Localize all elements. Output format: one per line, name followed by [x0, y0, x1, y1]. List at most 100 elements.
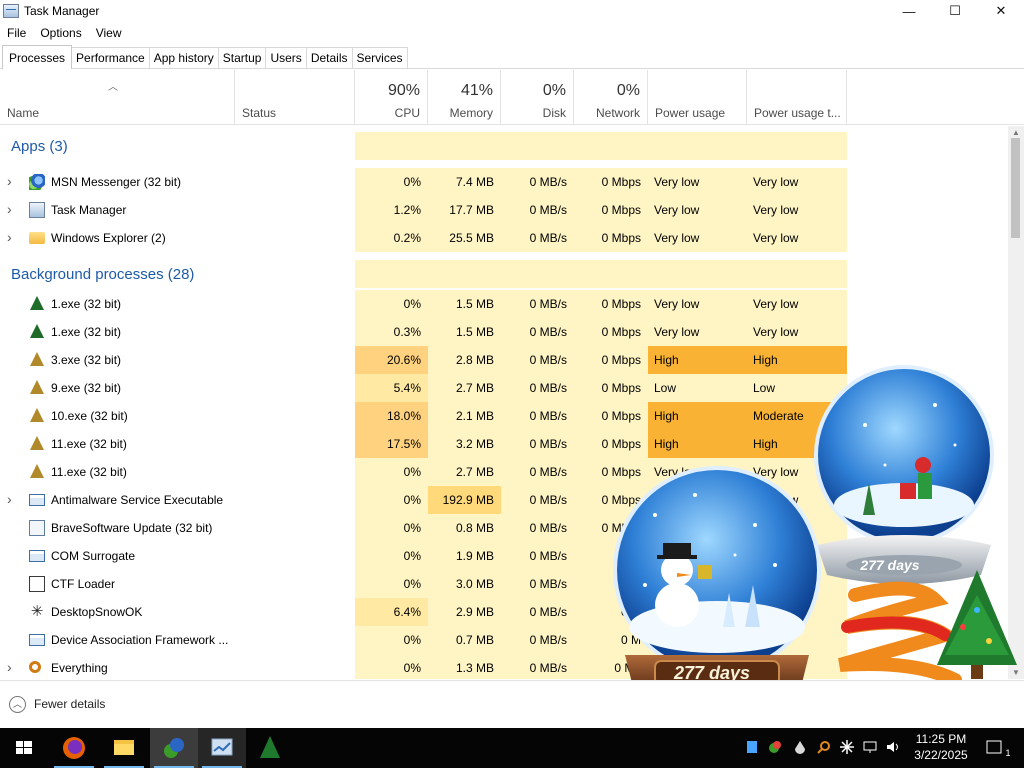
- sort-chevron-icon: ︿: [108, 82, 118, 93]
- cpu-cell: 1.2%: [355, 196, 428, 224]
- network-cell: 0 Mbps: [574, 486, 648, 514]
- tab-processes[interactable]: Processes: [2, 45, 73, 69]
- process-row[interactable]: › MSN Messenger (32 bit) 0% 7.4 MB 0 MB/s 0 M…: [0, 168, 1008, 196]
- group-header[interactable]: Background processes (28): [0, 260, 1008, 288]
- column-memory[interactable]: 41% Memory: [428, 70, 501, 125]
- network-cell: 0 Mbps: [574, 514, 648, 542]
- process-row[interactable]: 11.exe (32 bit) 0% 2.7 MB 0 MB/s 0 Mbps Very …: [0, 458, 1008, 486]
- disk-cell: 0 MB/s: [501, 374, 574, 402]
- process-row[interactable]: 9.exe (32 bit) 5.4% 2.7 MB 0 MB/s 0 Mbps Low L…: [0, 374, 1008, 402]
- vertical-scrollbar[interactable]: ▲ ▼: [1008, 126, 1024, 679]
- ctf-icon: [29, 576, 45, 592]
- tab-startup[interactable]: Startup: [217, 47, 267, 68]
- volume-icon[interactable]: [886, 740, 900, 754]
- column-name[interactable]: ︿ Name: [0, 70, 235, 125]
- cpu-cell: 0%: [355, 514, 428, 542]
- taskbar-firefox[interactable]: [50, 728, 98, 768]
- tray-app-icon[interactable]: [745, 740, 759, 754]
- process-name: Task Manager: [51, 203, 127, 217]
- memory-cell: 2.8 MB: [428, 346, 501, 374]
- column-status[interactable]: Status: [235, 70, 355, 125]
- tray-snowflake-icon[interactable]: [840, 740, 854, 754]
- network-cell: 0 Mbps: [574, 196, 648, 224]
- minimize-button[interactable]: —: [886, 0, 932, 22]
- process-row[interactable]: 3.exe (32 bit) 20.6% 2.8 MB 0 MB/s 0 Mbps Hig…: [0, 346, 1008, 374]
- power-usage-cell: Very low: [648, 486, 747, 514]
- tab-users[interactable]: Users: [265, 47, 307, 68]
- column-header: ︿ Name Status 90% CPU 41% Memory 0% Disk…: [0, 70, 1024, 125]
- tab-services[interactable]: Services: [351, 47, 408, 68]
- taskbar-task-manager[interactable]: [198, 728, 246, 768]
- network-cell: 0 Mbps: [574, 458, 648, 486]
- process-row[interactable]: 11.exe (32 bit) 17.5% 3.2 MB 0 MB/s 0 Mbps Hi…: [0, 430, 1008, 458]
- disk-cell: 0 MB/s: [501, 654, 574, 679]
- heat-column-background: [501, 260, 574, 288]
- tray-drop-icon[interactable]: [793, 740, 807, 754]
- column-disk[interactable]: 0% Disk: [501, 70, 574, 125]
- memory-cell: 1.5 MB: [428, 318, 501, 346]
- taskbar-file-explorer[interactable]: [100, 728, 148, 768]
- power-usage-cell: Very low: [648, 168, 747, 196]
- clock-time[interactable]: 11:25 PM: [906, 732, 976, 746]
- tray-search-icon[interactable]: [817, 740, 831, 754]
- maximize-button[interactable]: ☐: [932, 0, 978, 22]
- tab-app-history[interactable]: App history: [148, 47, 219, 68]
- tray-msn-icon[interactable]: [768, 740, 782, 754]
- tree-icon: [30, 324, 44, 338]
- disk-cell: 0 MB/s: [501, 598, 574, 626]
- process-row[interactable]: › Everything 0% 1.3 MB 0 MB/s 0 Mb: [0, 654, 1008, 679]
- expand-chevron-icon[interactable]: ›: [7, 201, 12, 217]
- process-row[interactable]: CTF Loader 0% 3.0 MB 0 MB/s 0 M: [0, 570, 1008, 598]
- fewer-details-link[interactable]: Fewer details: [34, 697, 105, 711]
- disk-cell: 0 MB/s: [501, 542, 574, 570]
- heat-column-background: [574, 132, 648, 160]
- menu-view[interactable]: View: [89, 26, 129, 40]
- disk-cell: 0 MB/s: [501, 458, 574, 486]
- process-row[interactable]: 1.exe (32 bit) 0% 1.5 MB 0 MB/s 0 Mbps Very l…: [0, 290, 1008, 318]
- process-row[interactable]: › Windows Explorer (2) 0.2% 25.5 MB 0 MB/s 0 …: [0, 224, 1008, 252]
- start-button[interactable]: [0, 728, 48, 768]
- process-row[interactable]: › Task Manager 1.2% 17.7 MB 0 MB/s 0 Mbps Very…: [0, 196, 1008, 224]
- taskbar-msn-messenger[interactable]: [150, 728, 198, 768]
- menu-file[interactable]: File: [0, 26, 33, 40]
- notification-icon[interactable]: [986, 739, 1004, 757]
- scroll-thumb[interactable]: [1011, 138, 1020, 238]
- expand-chevron-icon[interactable]: ›: [7, 173, 12, 189]
- memory-cell: 1.5 MB: [428, 290, 501, 318]
- network-total: 0%: [616, 82, 640, 99]
- expand-chevron-icon[interactable]: ›: [7, 229, 12, 245]
- power-usage-cell: High: [648, 402, 747, 430]
- group-header[interactable]: Apps (3): [0, 132, 1008, 160]
- process-name: Antimalware Service Executable: [51, 493, 224, 507]
- memory-cell: 192.9 MB: [428, 486, 501, 514]
- network-icon[interactable]: [863, 740, 877, 754]
- close-button[interactable]: ✕: [978, 0, 1024, 22]
- chevron-up-icon[interactable]: ︿: [9, 696, 26, 713]
- taskbar-desktopsnowok[interactable]: [246, 728, 294, 768]
- network-cell: 0 Mb: [574, 654, 648, 679]
- process-name: Device Association Framework ...: [51, 633, 229, 647]
- process-row[interactable]: 10.exe (32 bit) 18.0% 2.1 MB 0 MB/s 0 Mbps Hi…: [0, 402, 1008, 430]
- process-row[interactable]: 1.exe (32 bit) 0.3% 1.5 MB 0 MB/s 0 Mbps Very…: [0, 318, 1008, 346]
- process-name: COM Surrogate: [51, 549, 136, 563]
- tab-performance[interactable]: Performance: [71, 47, 150, 68]
- expand-chevron-icon[interactable]: ›: [7, 659, 12, 675]
- process-row[interactable]: › Antimalware Service Executable 0% 192.9 M…: [0, 486, 1008, 514]
- window-controls: — ☐ ✕: [886, 0, 1024, 22]
- process-name: MSN Messenger (32 bit): [51, 175, 182, 189]
- expand-chevron-icon[interactable]: ›: [7, 491, 12, 507]
- menu-options[interactable]: Options: [33, 26, 88, 40]
- column-power-usage[interactable]: Power usage: [648, 70, 747, 125]
- tab-details[interactable]: Details: [305, 47, 353, 68]
- column-cpu[interactable]: 90% CPU: [355, 70, 428, 125]
- disk-cell: 0 MB/s: [501, 224, 574, 252]
- column-network[interactable]: 0% Network: [574, 70, 648, 125]
- clock-date[interactable]: 3/22/2025: [906, 748, 976, 762]
- process-row[interactable]: ✳ DesktopSnowOK 6.4% 2.9 MB 0 MB/s 0 M: [0, 598, 1008, 626]
- process-row[interactable]: BraveSoftware Update (32 bit) 0% 0.8 MB 0 M…: [0, 514, 1008, 542]
- memory-cell: 0.8 MB: [428, 514, 501, 542]
- process-row[interactable]: Device Association Framework ... 0% 0.7 MB…: [0, 626, 1008, 654]
- scroll-up-icon[interactable]: ▲: [1012, 128, 1020, 137]
- scroll-down-icon[interactable]: ▼: [1012, 668, 1020, 677]
- column-power-usage-trend[interactable]: Power usage t...: [747, 70, 847, 125]
